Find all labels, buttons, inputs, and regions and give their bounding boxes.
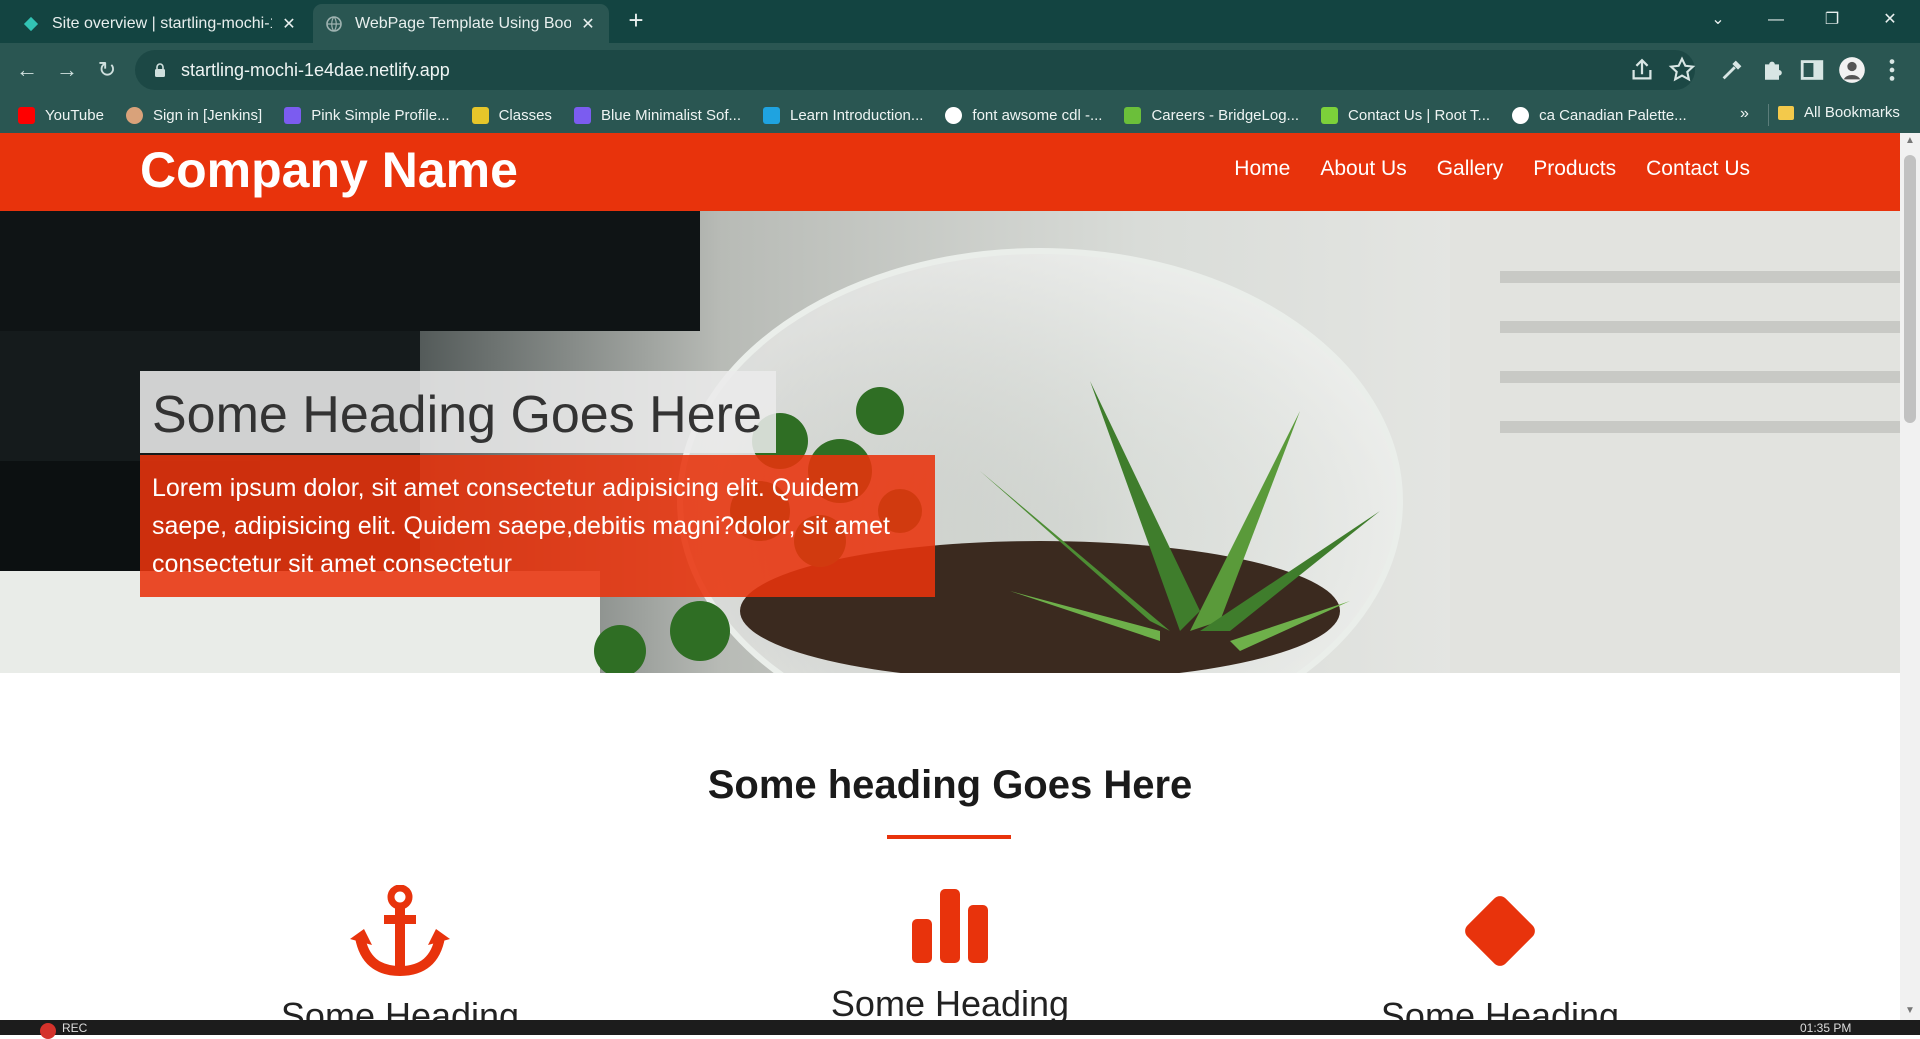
feature-card: Some Heading: [800, 885, 1100, 1020]
section-title: Some heading Goes Here: [707, 763, 1193, 807]
nav-link-contact[interactable]: Contact Us: [1646, 157, 1750, 181]
hero-text-box: Lorem ipsum dolor, sit amet consectetur …: [140, 455, 935, 597]
minimize-button[interactable]: —: [1748, 0, 1804, 40]
folder-icon: [1778, 105, 1794, 120]
tab-search-icon[interactable]: ⌄: [1690, 0, 1746, 40]
new-tab-button[interactable]: +: [622, 6, 650, 34]
bookmarks-bar: YouTube Sign in [Jenkins] Pink Simple Pr…: [0, 97, 1920, 133]
os-taskbar: REC 01:35 PM: [0, 1020, 1920, 1039]
section-underline: [887, 835, 1011, 839]
recording-label: REC: [62, 1021, 88, 1035]
all-bookmarks-button[interactable]: All Bookmarks: [1778, 104, 1900, 121]
diamond-icon: [1465, 896, 1535, 966]
jenkins-icon: [125, 106, 143, 124]
tab-webpage-template[interactable]: WebPage Template Using Bootstrap ✕: [313, 4, 609, 43]
menu-icon[interactable]: [1878, 56, 1906, 84]
back-button[interactable]: ←: [12, 55, 42, 85]
classroom-icon: [471, 106, 489, 124]
globe-favicon-icon: [326, 15, 342, 32]
feature-heading: Some Heading: [280, 995, 520, 1020]
m-logo-icon: [762, 106, 780, 124]
nav-menu: Home About Us Gallery Products Contact U…: [1204, 157, 1750, 181]
scrollbar-thumb[interactable]: [1904, 155, 1916, 423]
scroll-down-icon[interactable]: ▼: [1900, 1005, 1920, 1016]
profile-avatar[interactable]: [1838, 56, 1866, 84]
bookmark-item[interactable]: Learn Introduction...: [762, 106, 923, 124]
nav-link-home[interactable]: Home: [1234, 157, 1290, 181]
bookmarks-divider: [1768, 104, 1769, 126]
tab-close-icon[interactable]: ✕: [280, 14, 298, 34]
nav-link-gallery[interactable]: Gallery: [1437, 157, 1504, 181]
bookmarks-overflow-button[interactable]: »: [1740, 105, 1749, 123]
bookmark-item[interactable]: Classes: [471, 106, 552, 124]
page-scrollbar[interactable]: ▲ ▼: [1900, 133, 1920, 1020]
hero-heading: Some Heading Goes Here: [152, 386, 762, 444]
close-window-button[interactable]: ✕: [1862, 0, 1918, 40]
extensions-icon[interactable]: [1758, 56, 1786, 84]
brand-logo[interactable]: Company Name: [140, 141, 518, 199]
hero-banner: Some Heading Goes Here Lorem ipsum dolor…: [0, 211, 1900, 673]
hero-heading-box: Some Heading Goes Here: [140, 371, 776, 453]
url-text: startling-mochi-1e4dae.netlify.app: [181, 59, 450, 80]
bridgelogix-icon: [1124, 106, 1142, 124]
tab-title: WebPage Template Using Bootstrap: [355, 14, 571, 32]
bookmark-item[interactable]: YouTube: [18, 106, 104, 124]
taskbar-clock: 01:35 PM: [1800, 1021, 1852, 1035]
nav-link-products[interactable]: Products: [1533, 157, 1616, 181]
youtube-icon: [18, 106, 35, 124]
lock-icon: [155, 63, 165, 77]
hero-text: Lorem ipsum dolor, sit amet consectetur …: [152, 474, 890, 578]
star-icon[interactable]: [1668, 56, 1696, 84]
netlify-favicon-icon: [23, 16, 39, 31]
reload-button[interactable]: ↻: [92, 55, 122, 85]
browser-toolbar: ← → ↻ startling-mochi-1e4dae.netlify.app: [0, 43, 1920, 97]
forward-button[interactable]: →: [52, 55, 82, 85]
bar-chart-icon: [912, 889, 988, 963]
page-viewport: Company Name Home About Us Gallery Produ…: [0, 133, 1900, 1020]
canva-icon: [573, 106, 591, 124]
tab-title: Site overview | startling-mochi-1e4dae: [52, 14, 272, 32]
sidepanel-icon[interactable]: [1798, 56, 1826, 84]
bookmark-item[interactable]: Contact Us | Root T...: [1321, 106, 1490, 124]
restore-button[interactable]: ❐: [1804, 0, 1860, 40]
tab-close-icon[interactable]: ✕: [579, 14, 597, 34]
feature-heading: Some Heading: [1380, 995, 1620, 1020]
canva-icon: [284, 106, 302, 124]
globe-icon: [1512, 106, 1530, 124]
record-icon[interactable]: [40, 1023, 56, 1039]
bookmark-item[interactable]: ca Canadian Palette...: [1512, 106, 1687, 124]
feature-card: Some Heading: [250, 885, 550, 1020]
feature-card: Some Heading: [1350, 885, 1650, 1020]
nav-link-about[interactable]: About Us: [1320, 157, 1406, 181]
google-icon: [945, 106, 963, 124]
tab-site-overview[interactable]: Site overview | startling-mochi-1e4dae ✕: [10, 4, 310, 43]
bookmark-item[interactable]: Blue Minimalist Sof...: [573, 106, 741, 124]
site-navbar: Company Name Home About Us Gallery Produ…: [0, 133, 1900, 211]
root-icon: [1321, 106, 1339, 124]
eyedropper-icon[interactable]: [1718, 56, 1746, 84]
share-icon[interactable]: [1628, 56, 1656, 84]
feature-heading: Some Heading: [830, 983, 1070, 1020]
bookmark-item[interactable]: Careers - BridgeLog...: [1124, 106, 1299, 124]
bookmark-item[interactable]: font awsome cdl -...: [945, 106, 1102, 124]
scroll-up-icon[interactable]: ▲: [1900, 135, 1920, 146]
anchor-icon: [350, 885, 450, 977]
bookmark-item[interactable]: Sign in [Jenkins]: [125, 106, 262, 124]
browser-tabbar: Site overview | startling-mochi-1e4dae ✕…: [0, 0, 1920, 43]
address-bar[interactable]: startling-mochi-1e4dae.netlify.app: [135, 50, 1695, 90]
bookmark-item[interactable]: Pink Simple Profile...: [284, 106, 450, 124]
